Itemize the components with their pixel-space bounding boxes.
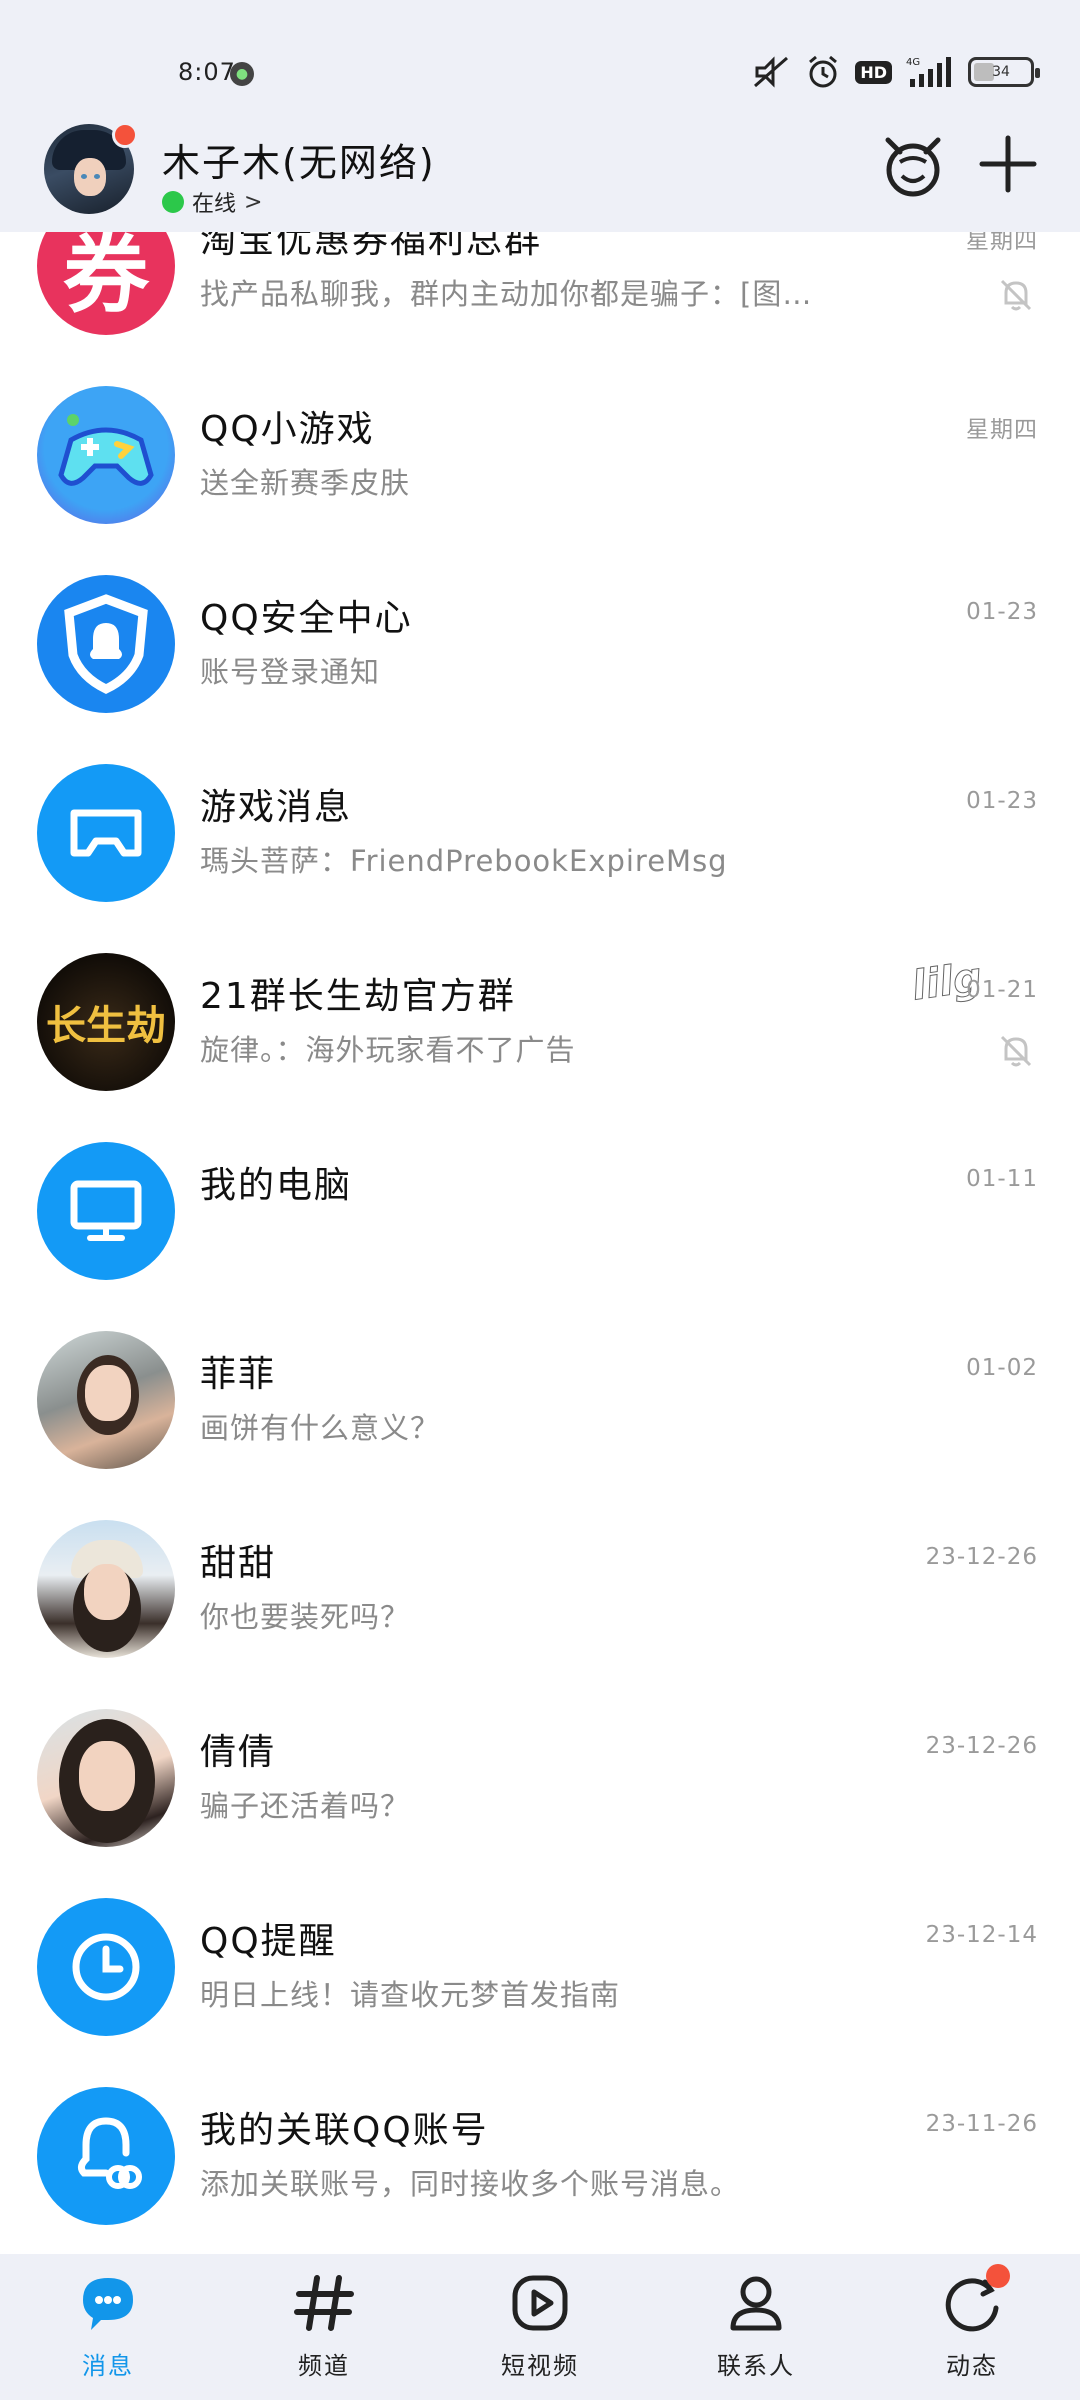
svg-text:4G: 4G [906,57,920,68]
chat-row[interactable]: QQ提醒 明日上线！请查收元梦首发指南 23-12-14 [0,1850,1080,2039]
chat-preview: 明日上线！请查收元梦首发指南 [200,1978,621,2012]
chat-time: 01-23 [966,788,1038,814]
contact-photo-avatar [37,1520,175,1658]
coupon-group-avatar: 券 [37,232,175,335]
profile-name[interactable]: 木子木(无网络) [162,132,436,187]
gamepad-avatar-icon [37,386,175,524]
tab-messages[interactable]: 消息 [38,2272,178,2392]
chat-row[interactable]: 菲菲 画饼有什么意义？ 01-02 [0,1283,1080,1472]
chat-time: 23-12-26 [925,1733,1038,1759]
pet-icon[interactable] [878,132,948,198]
chat-bubble-icon [83,2278,133,2330]
moments-notification-badge [986,2264,1010,2288]
group-logo-avatar: 长生劫 [37,953,175,1091]
presence-label: 在线 [192,192,237,217]
chat-list[interactable]: 券 淘宝优惠券福利总群 找产品私聊我，群内主动加你都是骗子：[图… 星期四 QQ… [0,232,1080,2254]
status-time: 8:07 [178,58,236,86]
video-play-icon [512,2275,568,2331]
clock-avatar-icon [37,1898,175,2036]
battery-icon: 34 [968,57,1040,87]
chat-title: 菲菲 [200,1354,277,1395]
chat-title: 21群长生劫官方群 [200,976,516,1017]
signal-icon: 4G [906,57,951,87]
chat-title: QQ小游戏 [200,409,375,450]
chat-preview: 找产品私聊我，群内主动加你都是骗子：[图… [200,277,813,311]
chat-preview: 画饼有什么意义？ [200,1411,441,1445]
chat-time: 23-12-26 [925,1544,1038,1570]
chat-preview: 添加关联账号，同时接收多个账号消息。 [200,2167,741,2201]
chat-title: QQ提醒 [200,1921,337,1962]
chat-preview: 瑪头菩萨：FriendPrebookExpireMsg [200,844,728,878]
chat-title: 淘宝优惠券福利总群 [200,232,543,261]
chat-row[interactable]: 券 淘宝优惠券福利总群 找产品私聊我，群内主动加你都是骗子：[图… 星期四 [0,232,1080,338]
chat-title: 甜甜 [200,1543,277,1584]
shield-penguin-avatar-icon [37,575,175,713]
chat-title: 倩倩 [200,1732,277,1773]
chat-row[interactable]: 长生劫 21群长生劫官方群 旋律。：海外玩家看不了广告 lilg 01-21 [0,905,1080,1094]
battery-level: 34 [992,64,1010,80]
mute-icon [754,56,789,88]
tab-short-video-label: 短视频 [501,2352,579,2380]
chat-preview: 送全新赛季皮肤 [200,466,411,500]
chat-row[interactable]: 甜甜 你也要装死吗？ 23-12-26 [0,1472,1080,1661]
avatar-text: 长生劫 [46,1002,166,1049]
chat-row[interactable]: 我的关联QQ账号 添加关联账号，同时接收多个账号消息。 23-11-26 [0,2039,1080,2228]
tab-contacts-label: 联系人 [717,2352,795,2380]
status-bar: 8:07 ● HD 4G 34 [0,0,1080,120]
chat-row[interactable]: 我的电脑 01-11 [0,1094,1080,1283]
muted-bell-icon [1000,279,1032,311]
chat-title: 我的电脑 [200,1165,353,1206]
chat-title: 我的关联QQ账号 [200,2110,489,2151]
chat-title: 游戏消息 [200,787,353,828]
hashtag-icon [294,2275,354,2331]
person-icon [730,2276,782,2331]
chat-preview: 账号登录通知 [200,655,381,689]
tab-moments[interactable]: 动态 [902,2264,1042,2392]
tab-short-video[interactable]: 短视频 [470,2272,610,2392]
tab-channels-label: 频道 [298,2352,350,2380]
alarm-icon [809,55,838,88]
game-controller-avatar-icon [37,764,175,902]
chat-row[interactable]: QQ小游戏 送全新赛季皮肤 星期四 [0,338,1080,527]
tab-moments-label: 动态 [946,2352,998,2380]
muted-bell-icon [1000,1035,1032,1067]
chat-title: QQ安全中心 [200,598,413,639]
status-icons: HD 4G 34 [751,52,1040,92]
app-header: 木子木(无网络) 在线 > [0,120,1080,232]
contact-photo-avatar [37,1709,175,1847]
chat-time: 01-23 [966,599,1038,625]
chat-time: 星期四 [966,417,1038,443]
chat-preview: 骗子还活着吗？ [200,1789,411,1823]
chat-time: 01-11 [966,1166,1038,1192]
online-dot-icon [162,191,184,213]
avatar-text: 券 [63,232,149,325]
chat-row[interactable]: 游戏消息 瑪头菩萨：FriendPrebookExpireMsg 01-23 [0,716,1080,905]
computer-monitor-avatar-icon [37,1142,175,1280]
chat-time: 01-02 [966,1355,1038,1381]
chat-time: 星期四 [966,232,1038,254]
chat-time: 23-11-26 [925,2111,1038,2137]
chat-row[interactable]: 倩倩 骗子还活着吗？ 23-12-26 [0,1661,1080,1850]
presence-status[interactable]: 在线 > [162,186,262,218]
hd-badge: HD [855,60,892,84]
chat-preview: 旋律。：海外玩家看不了广告 [200,1033,576,1067]
chat-time: 23-12-14 [925,1922,1038,1948]
bottom-nav: 消息 频道 短视频 联系人 动态 [0,2254,1080,2400]
chat-preview: 你也要装死吗？ [200,1600,411,1634]
chevron-right-icon: > [244,189,263,215]
tab-messages-label: 消息 [82,2352,134,2380]
app-notification-icon: ● [230,62,254,86]
add-icon[interactable] [978,134,1038,194]
linked-account-avatar-icon [37,2087,175,2225]
profile-notification-badge [112,122,138,148]
chat-time: 01-21 [966,977,1038,1003]
tab-channels[interactable]: 频道 [254,2272,394,2392]
contact-photo-avatar [37,1331,175,1469]
tab-contacts[interactable]: 联系人 [686,2272,826,2392]
chat-row[interactable]: QQ安全中心 账号登录通知 01-23 [0,527,1080,716]
